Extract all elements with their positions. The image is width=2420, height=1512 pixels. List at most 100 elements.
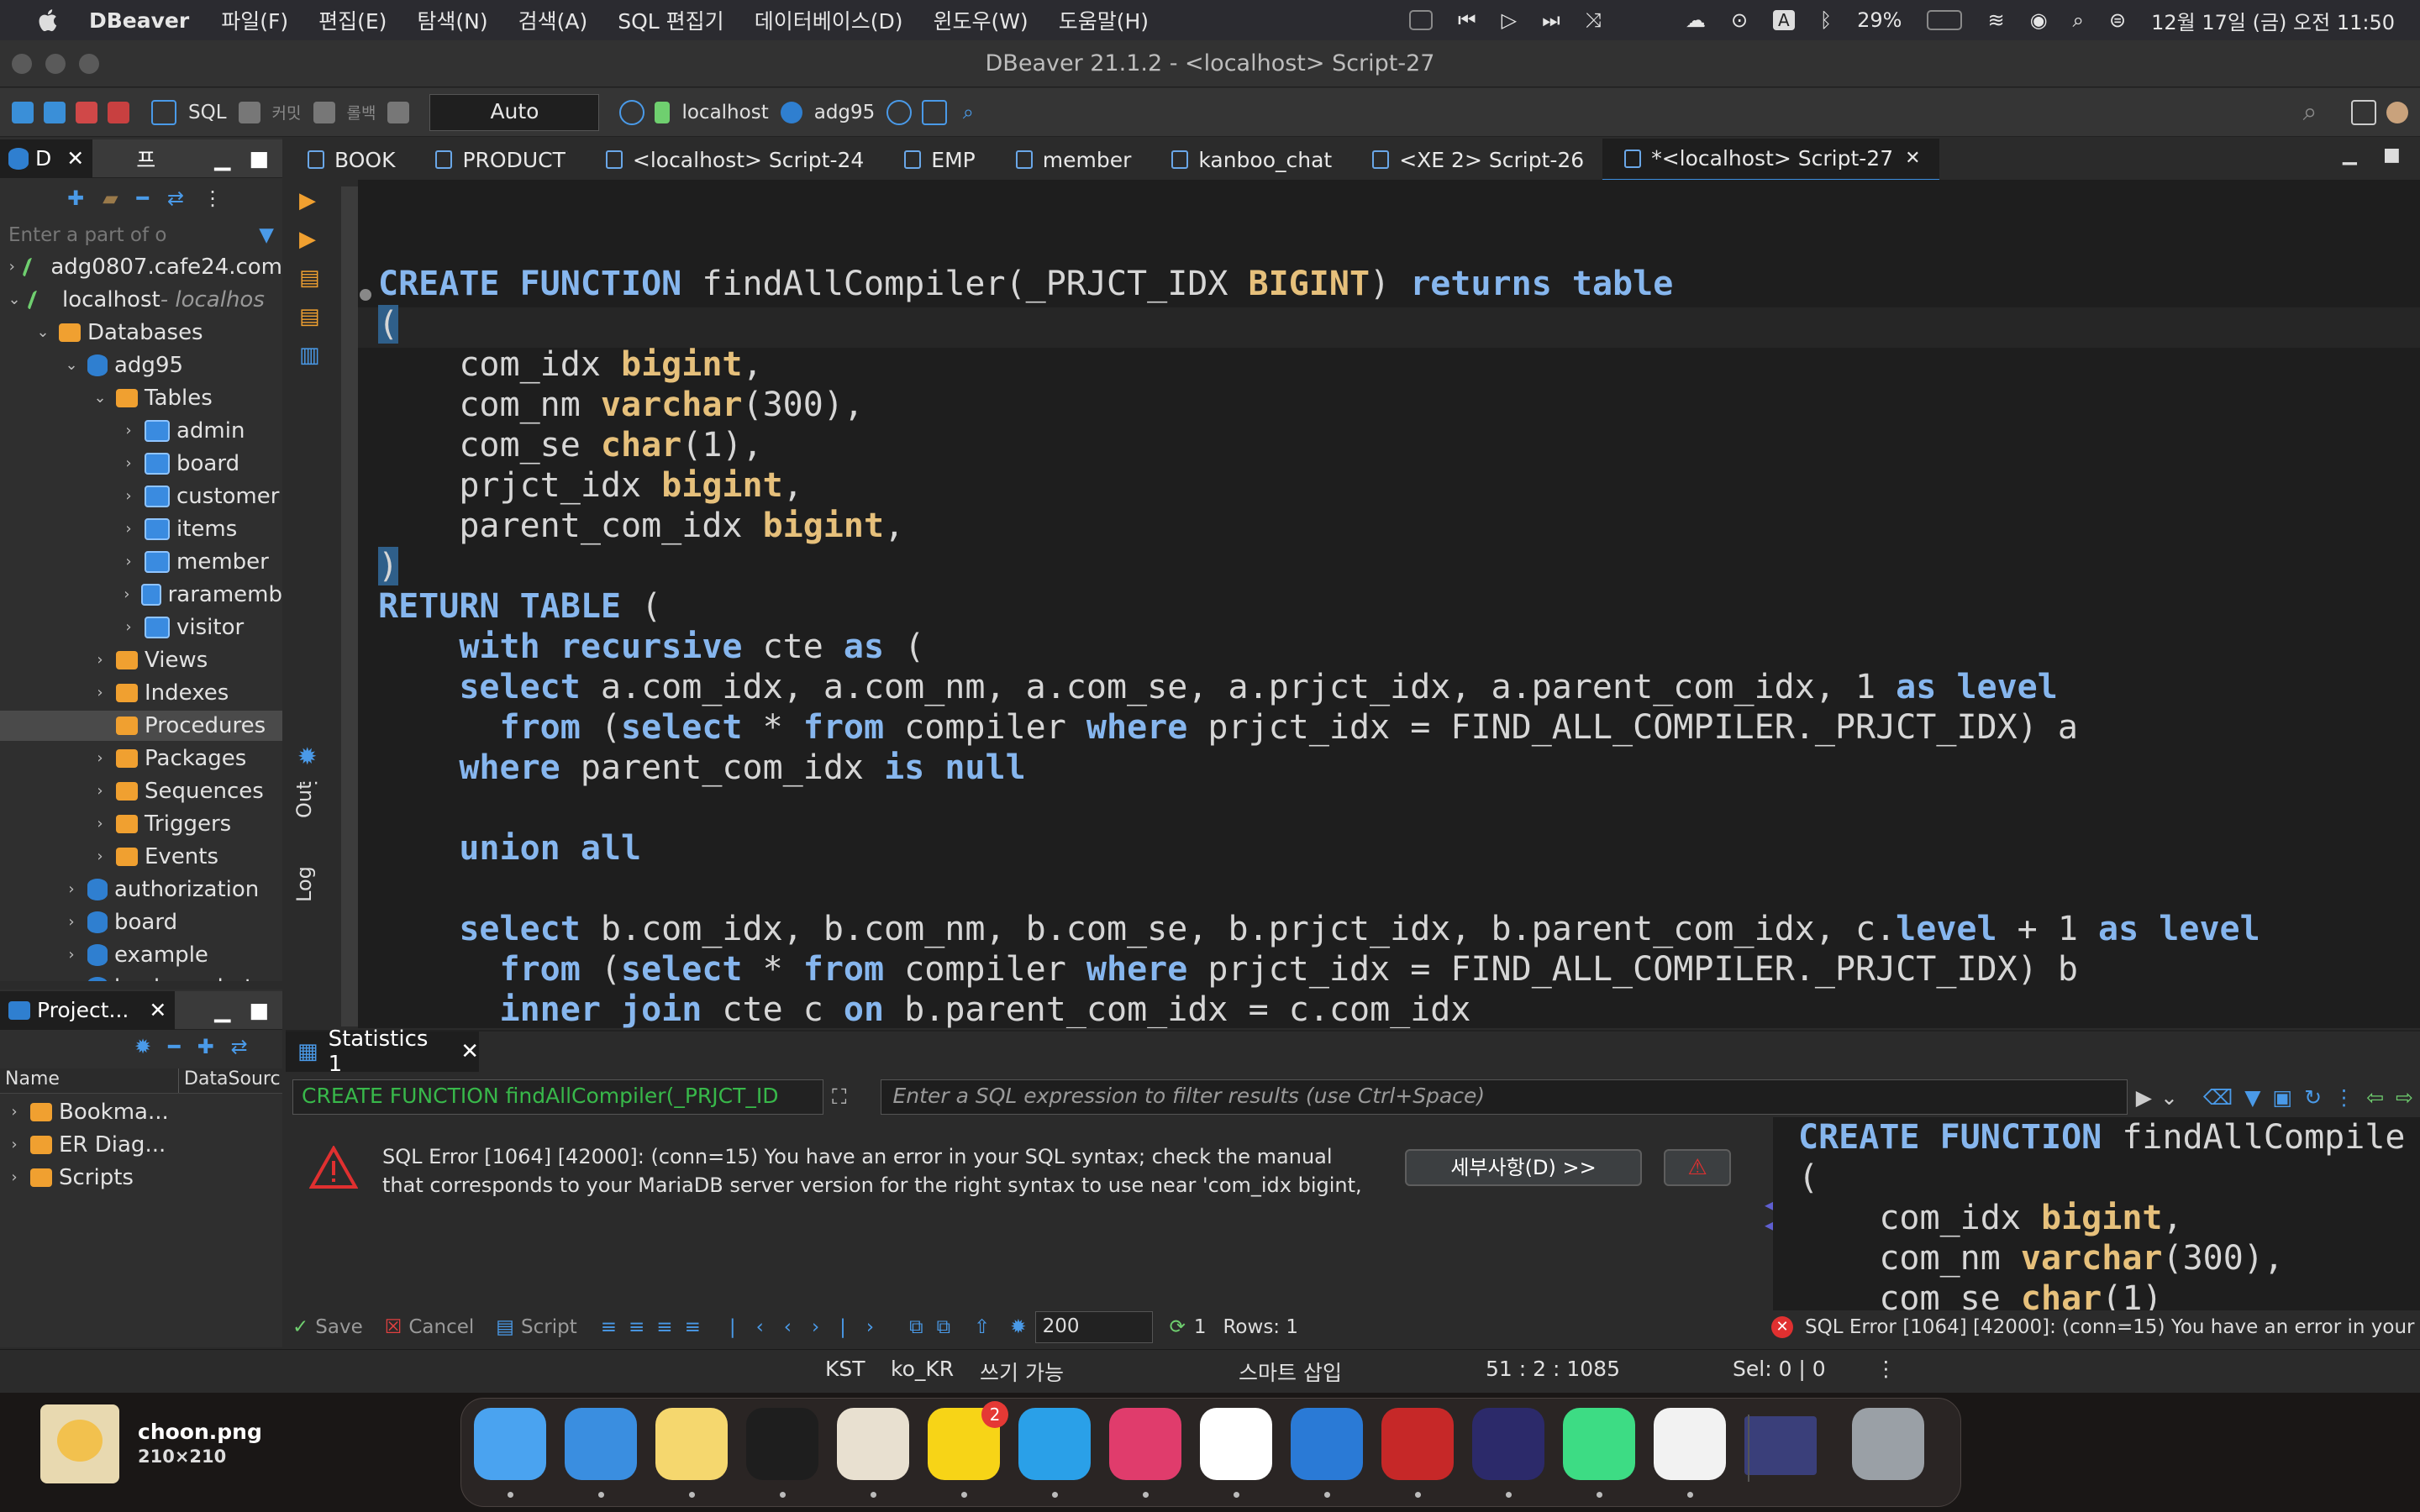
shuffle-icon[interactable]: ⤨ [1586,8,1602,32]
cancel-button[interactable]: Cancel [408,1316,474,1338]
expand-arrow-icon[interactable]: › [121,416,136,446]
tree-item[interactable]: › Indexes [0,678,282,708]
commit-button[interactable]: 커밋 [272,101,302,123]
editor-tab[interactable]: PRODUCT [413,139,583,180]
active-database-select[interactable]: adg95 [814,102,876,123]
execute-script-new-tab-icon[interactable]: ▤ [299,304,320,329]
link-editor-icon[interactable]: ⇄ [167,186,184,210]
column-datasource[interactable]: DataSourc [179,1068,281,1093]
new-connection-icon[interactable]: ✚ [67,186,84,210]
minimize-editor-icon[interactable]: ▁ [2343,144,2357,165]
dock-app-finder[interactable] [474,1408,546,1480]
refresh-icon[interactable]: ⟳ [1170,1316,1186,1338]
media-next-icon[interactable]: ⏭ [1542,8,1560,32]
code-line[interactable]: union all [378,828,641,869]
perspective-icon[interactable] [2351,99,2376,125]
menu-edit[interactable]: 편집(E) [318,5,387,35]
weather-icon[interactable]: ☁ [1686,8,1706,32]
editor-tab[interactable]: <XE 2> Script-26 [1350,139,1602,180]
rollback-icon[interactable] [313,101,335,123]
minimize-window-button[interactable] [45,54,66,74]
tree-item[interactable]: › example [0,940,282,970]
apply-filter-icon[interactable]: ▶ [2136,1085,2152,1110]
dock-app-chrome[interactable] [1200,1408,1272,1480]
add-icon[interactable]: ✚ [197,1035,214,1065]
editor-tab[interactable]: kanboo_chat [1150,139,1350,180]
dock-app-terminal[interactable] [746,1408,818,1480]
filter-settings-icon[interactable]: ▼ [2244,1085,2260,1110]
details-button[interactable]: 세부사항(D) >> [1405,1149,1642,1186]
code-line[interactable]: com_idx bigint, [378,344,762,385]
minimize-icon[interactable]: ▁ [214,146,230,171]
user-avatar[interactable] [2386,101,2408,123]
back-icon[interactable]: ⇦ [2366,1085,2384,1110]
close-icon[interactable]: ✕ [149,998,166,1022]
editor-tab[interactable]: *<localhost> Script-27 ✕ [1602,138,1939,181]
collapse-icon[interactable]: ━ [168,1035,180,1065]
history-icon[interactable] [619,99,645,125]
expand-arrow-icon[interactable]: › [7,1130,22,1160]
tree-item[interactable]: › adg0807.cafe24.com [0,252,282,282]
close-window-button[interactable] [12,54,32,74]
expand-arrow-icon[interactable]: › [92,809,108,839]
code-line[interactable]: from (select * from compiler where prjct… [378,707,2078,748]
expand-arrow-icon[interactable]: › [92,678,108,708]
expand-arrow-icon[interactable]: › [92,645,108,675]
tree-item[interactable]: › customer [0,481,282,512]
input-source-badge[interactable]: A [1773,10,1795,30]
navigator-tab[interactable]: D ✕ [0,139,93,178]
navigation-icons[interactable]: |‹‹›|› [729,1316,894,1338]
expand-arrow-icon[interactable]: ⌄ [92,383,108,413]
sql-editor-button[interactable]: SQL [188,102,227,123]
connect-icon[interactable] [44,101,66,123]
menu-database[interactable]: 데이터베이스(D) [755,5,903,35]
new-folder-icon[interactable]: ▰ [103,186,118,210]
expand-arrow-icon[interactable]: › [121,612,136,643]
dock-app-eclipse[interactable] [1472,1408,1544,1480]
menu-app-name[interactable]: DBeaver [89,8,189,33]
output-tab-label[interactable]: Out [292,751,316,818]
tree-item[interactable]: › Events [0,842,282,872]
settings-icon[interactable]: ✹ [1010,1316,1026,1338]
disconnect-icon[interactable] [76,101,97,123]
forward-icon[interactable]: ⇨ [2396,1085,2413,1110]
close-tab-icon[interactable]: ✕ [1905,148,1920,169]
tree-item[interactable]: ⌄ adg95 [0,350,282,381]
collapse-all-icon[interactable]: ━ [137,186,149,210]
dock-app-window[interactable] [1744,1416,1817,1475]
code-line[interactable]: ( [378,304,399,344]
tree-item[interactable]: Procedures [0,711,282,741]
tree-item[interactable]: › raramemb [0,580,282,610]
global-search-icon[interactable]: ⌕ [2299,99,2321,124]
battery-icon[interactable] [1927,10,1963,30]
expand-icon[interactable]: ⛶ [832,1084,847,1110]
code-line[interactable]: where parent_com_idx is null [378,748,1025,788]
user-icon[interactable]: ◉ [2030,8,2048,32]
more-icon[interactable]: ⋮ [2333,1085,2354,1110]
filter-history-icon[interactable]: ⌄ [2160,1085,2178,1110]
dock-app-vs-code[interactable] [1291,1408,1363,1480]
statistics-tab[interactable]: ▦ Statistics 1 ✕ [286,1026,479,1077]
code-line[interactable]: with recursive cte as ( [378,627,924,667]
editor-tab[interactable]: BOOK [286,139,413,180]
explain-plan-icon[interactable]: ▥ [299,343,320,368]
code-line[interactable]: parent_com_idx bigint, [378,506,904,546]
tree-item[interactable]: › visitor [0,612,282,643]
bluetooth-icon[interactable]: ᛒ [1820,8,1832,32]
minimize-icon[interactable]: ▁ [214,998,230,1022]
view-menu-icon[interactable]: ⋮ [203,186,223,210]
code-line[interactable]: prjct_idx bigint, [378,465,802,506]
tree-item[interactable]: › board [0,907,282,937]
schema-icon[interactable] [922,99,948,125]
expand-arrow-icon[interactable]: › [92,842,108,872]
expand-arrow-icon[interactable]: › [121,481,136,512]
execute-new-tab-icon[interactable]: ▶ [299,227,316,252]
new-connection-icon[interactable] [12,101,34,123]
expand-arrow-icon[interactable]: › [92,743,108,774]
menu-help[interactable]: 도움말(H) [1059,5,1149,35]
code-line[interactable]: from (select * from compiler where prjct… [378,949,2078,990]
tree-item[interactable]: › authorization [0,874,282,905]
code-line[interactable]: com_nm varchar(300), [378,385,864,425]
projects-tab-label[interactable]: 프 [136,144,155,174]
dock-app-intellij-idea[interactable] [1109,1408,1181,1480]
